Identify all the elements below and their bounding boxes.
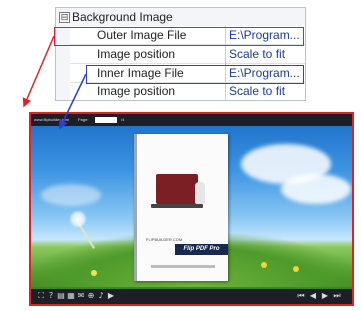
book-fine-print (151, 265, 215, 268)
yellow-flower (293, 266, 299, 272)
category-label: Background Image (72, 10, 173, 24)
page-total: /4 (121, 117, 125, 122)
sound-icon[interactable]: ♪ (97, 292, 105, 300)
book-cover[interactable]: FLIPBUILDER.COM Flip PDF Pro (134, 134, 228, 281)
book-brand: FLIPBUILDER.COM (146, 237, 183, 242)
next-page-icon[interactable]: ▶ (321, 292, 329, 300)
property-row-image-position[interactable]: Image position Scale to fit (56, 82, 305, 100)
previous-page-icon[interactable]: ◀ (309, 292, 317, 300)
category-row-background-image[interactable]: ⊟ Background Image (56, 8, 305, 26)
inner-image-highlight (86, 65, 304, 84)
last-page-icon[interactable]: ⏭ (333, 292, 341, 300)
book-title-band: Flip PDF Pro (175, 244, 228, 255)
property-grid: ⊟ Background Image Outer Image File E:\P… (55, 7, 306, 101)
cloud (281, 174, 351, 204)
yellow-flower (91, 270, 97, 276)
property-name: Image position (97, 47, 176, 61)
page-input[interactable] (95, 117, 117, 123)
dandelion (69, 210, 87, 228)
zoom-icon[interactable]: ⊕ (87, 292, 95, 300)
outer-image-highlight (54, 27, 304, 46)
thumbnails-icon[interactable]: ▦ (67, 292, 75, 300)
cloud (41, 184, 101, 206)
yellow-flower (261, 262, 267, 268)
outer-image-arrow (22, 35, 55, 108)
property-row-image-position[interactable]: Image position Scale to fit (56, 45, 305, 63)
print-icon[interactable]: ▤ (57, 292, 65, 300)
fullscreen-icon[interactable]: ⛶ (37, 292, 45, 300)
help-icon[interactable]: ? (47, 292, 55, 300)
first-page-icon[interactable]: ⏮ (297, 292, 305, 300)
property-value[interactable]: Scale to fit (226, 45, 305, 63)
preview-top-bar: www.flipbuilder.com Page: /4 (31, 114, 352, 126)
page-label: Page: (78, 117, 89, 122)
laptop-illustration (151, 174, 203, 208)
property-name: Image position (97, 84, 176, 98)
preview-toolbar: ⛶ ? ▤ ▦ ✉ ⊕ ♪ ▶ ⏮ ◀ ▶ ⏭ (31, 289, 352, 304)
property-value[interactable]: Scale to fit (226, 82, 305, 100)
share-icon[interactable]: ✉ (77, 292, 85, 300)
collapse-icon[interactable]: ⊟ (59, 12, 70, 23)
autoflip-icon[interactable]: ▶ (107, 292, 115, 300)
figure-illustration (195, 182, 205, 204)
flipbook-preview: www.flipbuilder.com Page: /4 FLIPBUILDER… (29, 112, 354, 306)
site-url[interactable]: www.flipbuilder.com (34, 114, 69, 126)
